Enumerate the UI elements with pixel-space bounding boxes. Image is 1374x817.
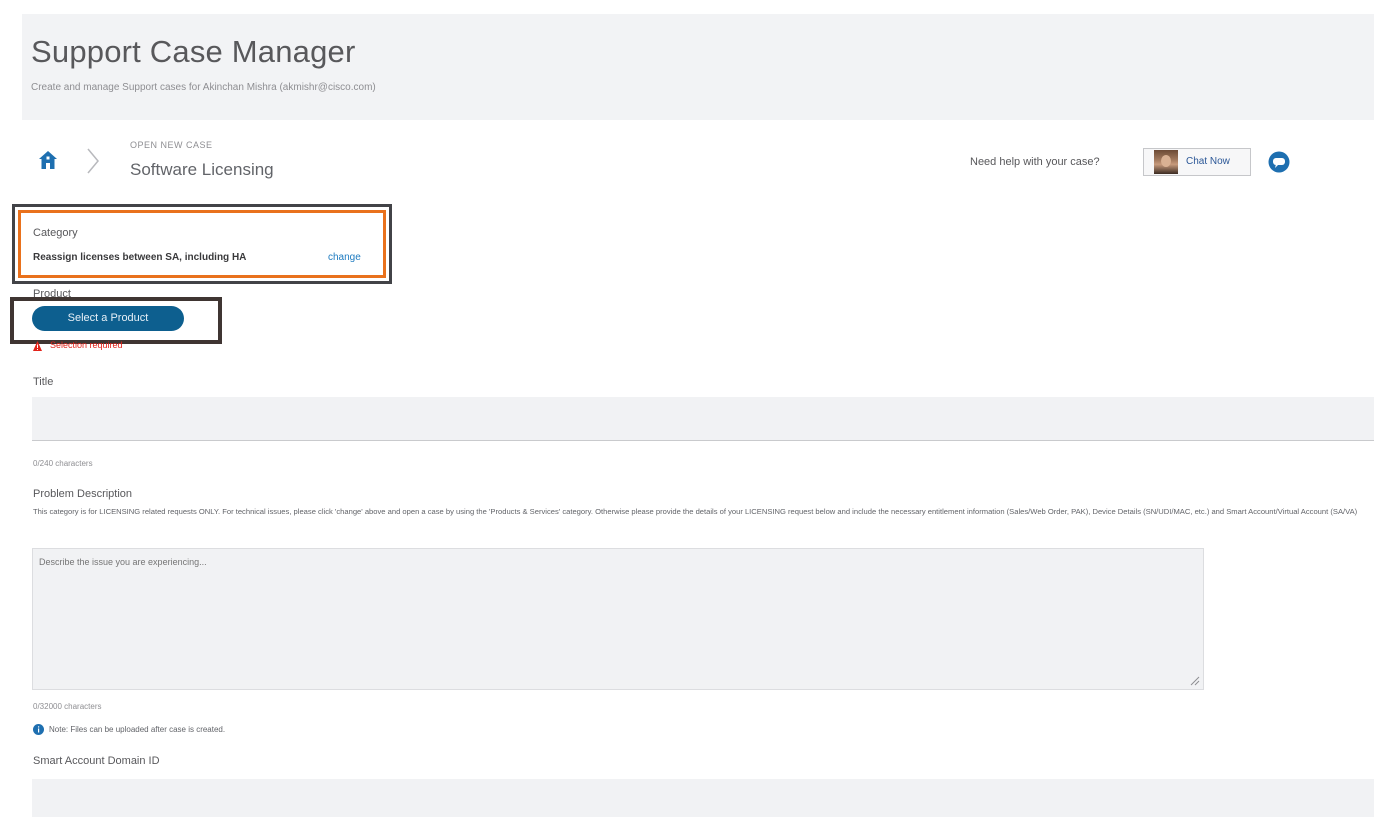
help-text: Need help with your case? xyxy=(970,156,1100,168)
problem-description-input[interactable] xyxy=(32,548,1204,690)
warning-icon xyxy=(33,341,42,351)
category-label: Category xyxy=(33,227,78,239)
category-highlight-box xyxy=(12,204,392,284)
chevron-right-icon xyxy=(87,148,99,174)
title-input[interactable] xyxy=(32,397,1374,441)
category-value: Reassign licenses between SA, including … xyxy=(33,252,247,263)
smart-account-input[interactable] xyxy=(32,779,1374,817)
resize-handle-icon[interactable] xyxy=(1190,676,1200,686)
page-title: Support Case Manager xyxy=(31,34,356,69)
chat-bubble-icon[interactable] xyxy=(1268,151,1290,173)
product-error-text: Selection required xyxy=(50,340,123,350)
problem-char-counter: 0/32000 characters xyxy=(33,702,102,711)
problem-description-help: This category is for LICENSING related r… xyxy=(33,507,1358,516)
avatar xyxy=(1154,150,1178,174)
chat-now-button[interactable]: Chat Now xyxy=(1143,148,1251,176)
problem-description-label: Problem Description xyxy=(33,488,133,500)
info-icon xyxy=(33,724,44,735)
title-char-counter: 0/240 characters xyxy=(33,459,93,468)
breadcrumb-title: Software Licensing xyxy=(130,160,274,179)
smart-account-label: Smart Account Domain ID xyxy=(33,755,160,767)
category-change-link[interactable]: change xyxy=(328,252,361,263)
upload-note-text: Note: Files can be uploaded after case i… xyxy=(49,725,226,734)
breadcrumb-caption: OPEN NEW CASE xyxy=(130,140,213,150)
page-subtitle: Create and manage Support cases for Akin… xyxy=(31,82,376,93)
chat-now-label: Chat Now xyxy=(1186,156,1230,167)
select-product-button[interactable]: Select a Product xyxy=(32,306,184,331)
home-icon[interactable] xyxy=(38,150,58,170)
title-label: Title xyxy=(33,376,54,388)
page-header: Support Case Manager Create and manage S… xyxy=(22,14,1374,120)
support-case-page: Support Case Manager Create and manage S… xyxy=(0,0,1374,817)
